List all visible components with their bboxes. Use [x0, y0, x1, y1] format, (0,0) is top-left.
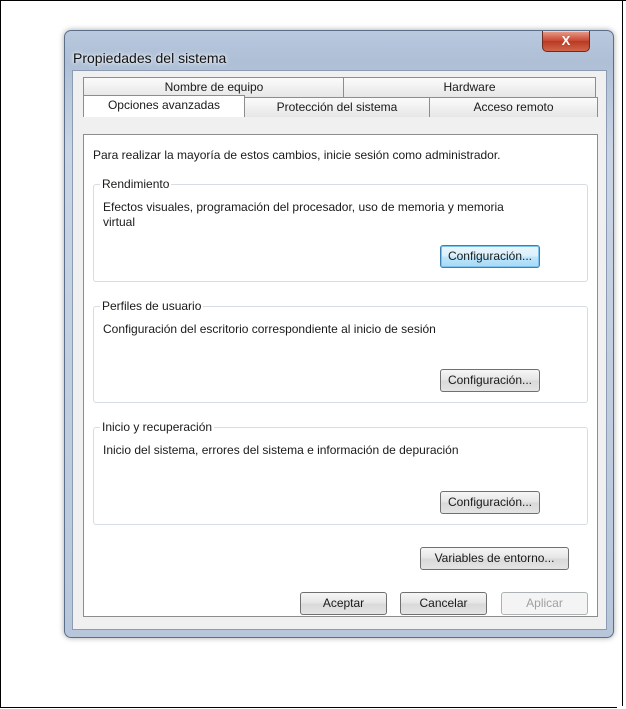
tab-hardware[interactable]: Hardware	[343, 77, 596, 97]
title-bar[interactable]: Propiedades del sistema X	[65, 31, 613, 66]
group-label: Inicio y recuperación	[100, 420, 215, 434]
close-icon: X	[561, 33, 571, 48]
group-inicio-y-recuperacion: Inicio y recuperación Inicio del sistema…	[93, 420, 588, 525]
tab-opciones-avanzadas[interactable]: Opciones avanzadas	[83, 95, 245, 117]
window-title: Propiedades del sistema	[73, 50, 227, 66]
group-rendimiento: Rendimiento Efectos visuales, programaci…	[93, 177, 588, 282]
tab-proteccion-del-sistema[interactable]: Protección del sistema	[244, 97, 430, 117]
environment-variables-button[interactable]: Variables de entorno...	[420, 547, 569, 570]
perfiles-config-button[interactable]: Configuración...	[440, 369, 540, 392]
group-description: Inicio del sistema, errores del sistema …	[103, 443, 459, 457]
tab-label: Acceso remoto	[473, 100, 554, 114]
apply-button[interactable]: Aplicar	[501, 592, 588, 615]
cancel-button[interactable]: Cancelar	[400, 592, 487, 615]
ok-button[interactable]: Aceptar	[300, 592, 387, 615]
tab-label: Hardware	[443, 80, 496, 94]
close-button[interactable]: X	[542, 31, 590, 52]
group-label: Rendimiento	[100, 177, 172, 191]
admin-notice: Para realizar la mayoría de estos cambio…	[93, 148, 501, 162]
group-description: Efectos visuales, programación del proce…	[103, 200, 504, 229]
group-label: Perfiles de usuario	[100, 299, 204, 313]
tab-label: Nombre de equipo	[164, 80, 264, 94]
tab-label: Opciones avanzadas	[107, 98, 221, 112]
dialog-client-area: Nombre de equipo Hardware Opciones avanz…	[72, 70, 607, 630]
tab-label: Protección del sistema	[276, 100, 398, 114]
inicio-config-button[interactable]: Configuración...	[440, 491, 540, 514]
tab-nombre-de-equipo[interactable]: Nombre de equipo	[83, 77, 345, 97]
system-properties-window: Propiedades del sistema X Nombre de equi…	[64, 30, 614, 638]
advanced-options-panel: Para realizar la mayoría de estos cambio…	[83, 134, 598, 617]
tab-acceso-remoto[interactable]: Acceso remoto	[429, 97, 598, 117]
group-description: Configuración del escritorio correspondi…	[103, 322, 436, 336]
page-border-right	[622, 0, 623, 706]
rendimiento-config-button[interactable]: Configuración...	[440, 245, 540, 268]
group-perfiles-de-usuario: Perfiles de usuario Configuración del es…	[93, 299, 588, 403]
